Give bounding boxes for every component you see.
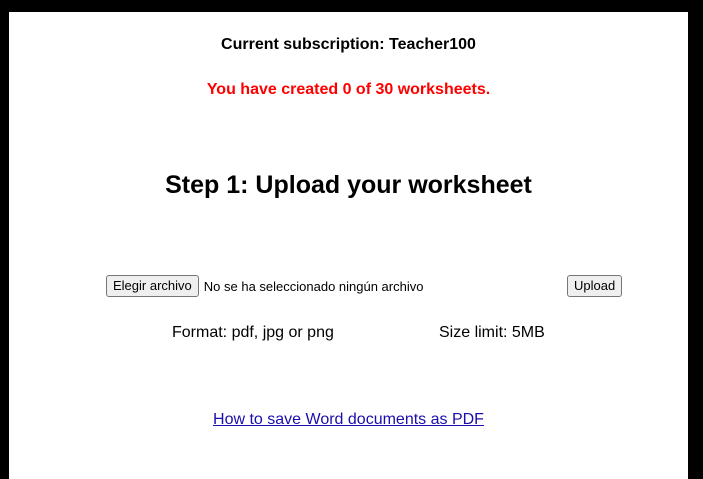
page-frame: Current subscription: Teacher100 You hav… bbox=[0, 0, 703, 479]
file-input[interactable]: Elegir archivo No se ha seleccionado nin… bbox=[106, 274, 423, 298]
frame-border-left bbox=[0, 0, 9, 479]
choose-file-button[interactable]: Elegir archivo bbox=[106, 275, 199, 297]
size-limit-info: Size limit: 5MB bbox=[439, 324, 545, 341]
upload-button[interactable]: Upload bbox=[567, 275, 623, 297]
page-title: Step 1: Upload your worksheet bbox=[165, 171, 532, 199]
save-word-as-pdf-link[interactable]: How to save Word documents as PDF bbox=[213, 411, 484, 428]
worksheet-count-warning: You have created 0 of 30 worksheets. bbox=[206, 81, 491, 98]
subscription-status: Current subscription: Teacher100 bbox=[221, 36, 476, 53]
frame-border-top bbox=[0, 0, 703, 12]
no-file-selected-label: No se ha seleccionado ningún archivo bbox=[203, 278, 424, 294]
help-link-container: How to save Word documents as PDF bbox=[9, 411, 688, 429]
format-info: Format: pdf, jpg or png bbox=[172, 324, 334, 341]
frame-border-right bbox=[688, 0, 703, 479]
